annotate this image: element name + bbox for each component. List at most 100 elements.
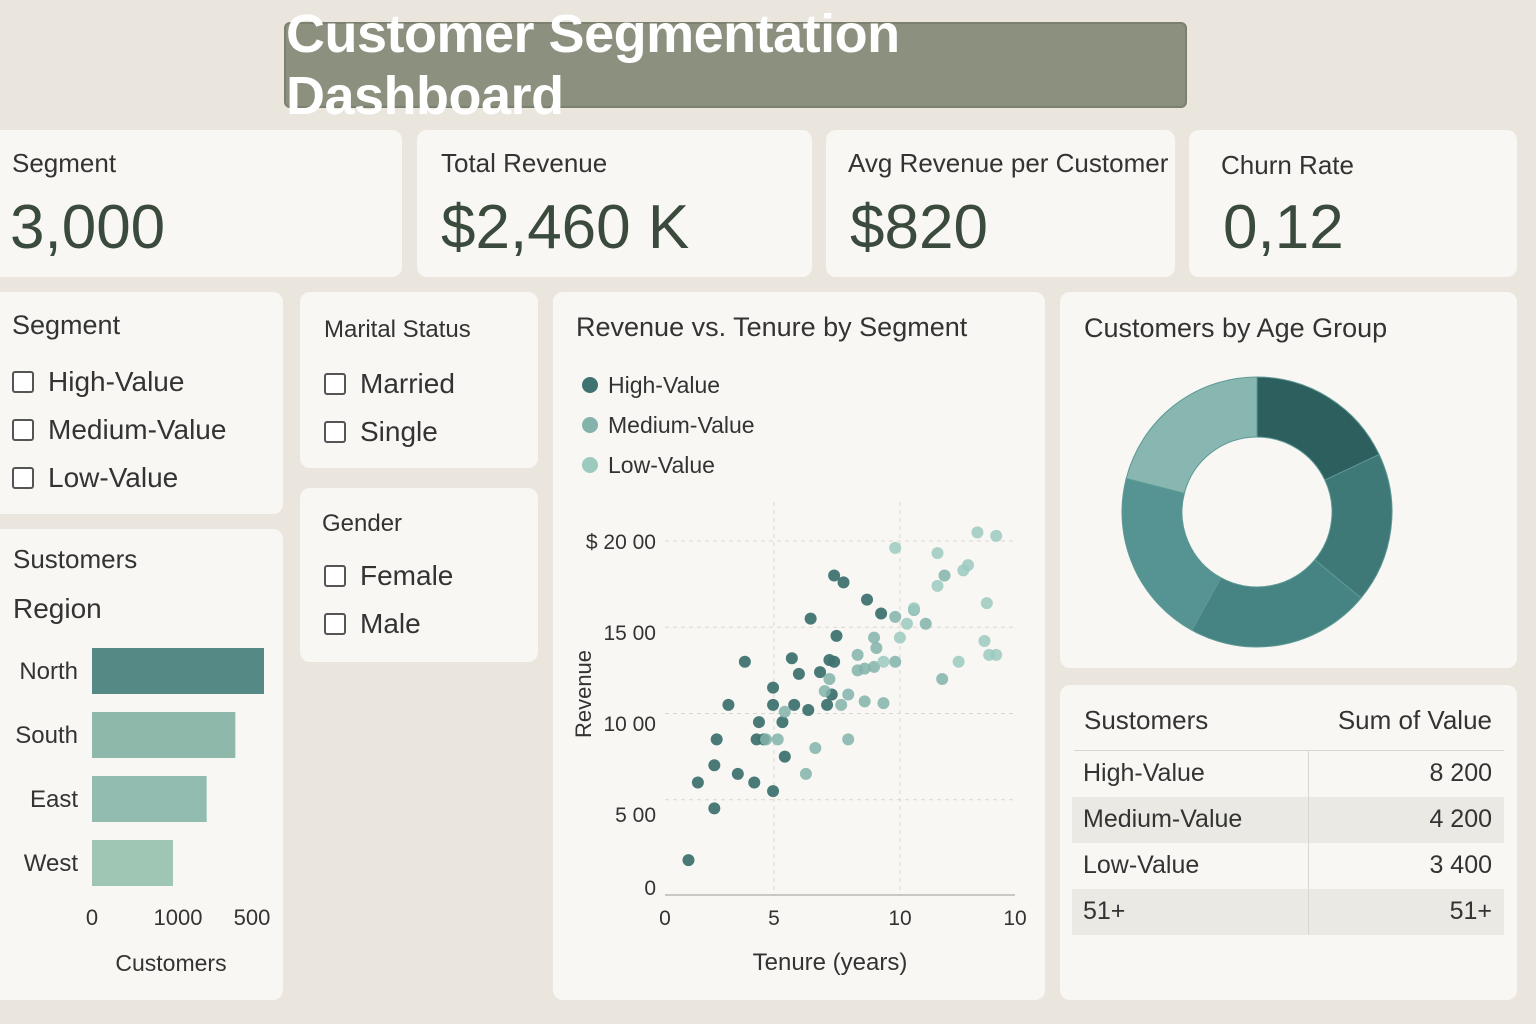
scatter-point-medium-value[interactable] xyxy=(809,742,822,754)
table-row[interactable]: 51+ 51+ xyxy=(1072,889,1504,935)
bar-east[interactable] xyxy=(92,776,207,822)
scatter-point-medium-value[interactable] xyxy=(877,697,890,710)
scatter-point-high-value[interactable] xyxy=(804,612,817,625)
scatter-point-medium-value[interactable] xyxy=(938,569,951,582)
scatter-point-low-value[interactable] xyxy=(962,559,975,572)
scatter-point-medium-value[interactable] xyxy=(851,648,864,661)
donut-slice[interactable] xyxy=(1125,376,1258,494)
scatter-point-high-value[interactable] xyxy=(748,776,761,789)
scatter-point-high-value[interactable] xyxy=(691,776,704,789)
scatter-point-low-value[interactable] xyxy=(978,635,991,648)
scatter-point-high-value[interactable] xyxy=(708,802,721,815)
scatter-point-low-value[interactable] xyxy=(907,602,920,615)
scatter-point-high-value[interactable] xyxy=(767,681,780,694)
scatter-point-high-value[interactable] xyxy=(828,655,841,668)
scatter-point-high-value[interactable] xyxy=(767,698,780,711)
filter-option-high-value[interactable]: High-Value xyxy=(12,358,226,406)
filter-option-married[interactable]: Married xyxy=(324,360,455,408)
scatter-point-low-value[interactable] xyxy=(931,579,944,592)
scatter-point-low-value[interactable] xyxy=(889,541,902,554)
scatter-point-medium-value[interactable] xyxy=(823,673,836,685)
scatter-point-medium-value[interactable] xyxy=(889,655,902,668)
scatter-point-medium-value[interactable] xyxy=(771,733,784,746)
scatter-point-low-value[interactable] xyxy=(971,526,984,539)
y-tick-label: $ 20 00 xyxy=(586,531,656,554)
scatter-point-high-value[interactable] xyxy=(828,569,841,582)
scatter-point-low-value[interactable] xyxy=(900,617,913,630)
scatter-point-low-value[interactable] xyxy=(931,547,944,560)
gender-filter-card: Gender Female Male xyxy=(300,488,538,662)
scatter-chart-title: Revenue vs. Tenure by Segment xyxy=(576,312,968,342)
scatter-point-medium-value[interactable] xyxy=(919,617,932,630)
summary-table-card: Sustomers Sum of Value High-Value 8 200 … xyxy=(1060,685,1517,1000)
scatter-point-medium-value[interactable] xyxy=(818,685,831,698)
scatter-point-high-value[interactable] xyxy=(731,767,744,780)
scatter-point-high-value[interactable] xyxy=(861,593,874,606)
legend-marker-medium-value xyxy=(582,417,598,433)
checkbox[interactable] xyxy=(324,421,346,443)
region-chart-title-line2: Region xyxy=(13,593,102,624)
scatter-point-high-value[interactable] xyxy=(792,667,805,680)
scatter-point-high-value[interactable] xyxy=(802,704,815,717)
scatter-point-low-value[interactable] xyxy=(893,631,906,644)
scatter-point-low-value[interactable] xyxy=(990,648,1003,661)
category-label: North xyxy=(19,658,78,685)
scatter-point-medium-value[interactable] xyxy=(858,695,871,708)
scatter-point-medium-value[interactable] xyxy=(870,641,883,654)
table-row[interactable]: Low-Value 3 400 xyxy=(1072,843,1504,889)
bar-south[interactable] xyxy=(92,712,236,758)
scatter-point-high-value[interactable] xyxy=(722,698,735,711)
table-row[interactable]: Medium-Value 4 200 xyxy=(1072,797,1504,843)
scatter-point-low-value[interactable] xyxy=(952,655,965,668)
scatter-point-low-value[interactable] xyxy=(877,655,890,668)
marital-filter-title: Marital Status xyxy=(324,316,471,343)
scatter-point-medium-value[interactable] xyxy=(799,767,812,780)
scatter-point-medium-value[interactable] xyxy=(889,610,902,623)
scatter-chart-card: Revenue vs. Tenure by Segment High-Value… xyxy=(553,292,1045,1000)
scatter-point-high-value[interactable] xyxy=(778,750,791,763)
scatter-point-high-value[interactable] xyxy=(738,655,751,668)
bar-west[interactable] xyxy=(92,840,173,886)
scatter-point-low-value[interactable] xyxy=(980,597,993,610)
checkbox[interactable] xyxy=(324,613,346,635)
scatter-point-high-value[interactable] xyxy=(875,607,888,620)
y-tick-label: 10 00 xyxy=(603,713,656,736)
dashboard-title-bar: Customer Segmentation Dashboard xyxy=(284,4,1187,126)
scatter-point-high-value[interactable] xyxy=(752,716,765,729)
scatter-point-medium-value[interactable] xyxy=(778,705,791,718)
scatter-point-medium-value[interactable] xyxy=(868,631,881,644)
scatter-point-medium-value[interactable] xyxy=(936,673,949,685)
legend-marker-low-value xyxy=(582,457,598,473)
legend-label: High-Value xyxy=(608,372,720,398)
kpi-card-total-revenue: Total Revenue $2,460 K xyxy=(417,130,812,277)
checkbox[interactable] xyxy=(12,371,34,393)
scatter-point-high-value[interactable] xyxy=(830,629,843,642)
scatter-point-high-value[interactable] xyxy=(708,759,721,772)
y-tick-label: 0 xyxy=(644,877,656,900)
scatter-point-medium-value[interactable] xyxy=(842,688,855,701)
checkbox[interactable] xyxy=(12,467,34,489)
scatter-point-high-value[interactable] xyxy=(710,733,723,746)
scatter-point-high-value[interactable] xyxy=(767,785,780,798)
bar-north[interactable] xyxy=(92,648,264,694)
checkbox[interactable] xyxy=(324,373,346,395)
scatter-point-high-value[interactable] xyxy=(785,652,798,665)
scatter-point-medium-value[interactable] xyxy=(842,733,855,746)
scatter-point-high-value[interactable] xyxy=(821,698,834,711)
filter-option-male[interactable]: Male xyxy=(324,600,453,648)
checkbox[interactable] xyxy=(12,419,34,441)
scatter-point-high-value[interactable] xyxy=(682,854,695,867)
category-label: South xyxy=(15,722,78,749)
legend-label: Low-Value xyxy=(608,452,715,478)
checkbox[interactable] xyxy=(324,565,346,587)
scatter-point-high-value[interactable] xyxy=(776,716,789,729)
filter-option-female[interactable]: Female xyxy=(324,552,453,600)
row-label: Low-Value xyxy=(1083,851,1200,879)
scatter-point-medium-value[interactable] xyxy=(760,733,773,746)
filter-option-single[interactable]: Single xyxy=(324,408,455,456)
table-row[interactable]: High-Value 8 200 xyxy=(1072,751,1504,797)
scatter-point-medium-value[interactable] xyxy=(835,698,848,711)
filter-option-low-value[interactable]: Low-Value xyxy=(12,454,226,502)
scatter-point-low-value[interactable] xyxy=(990,529,1003,542)
filter-option-medium-value[interactable]: Medium-Value xyxy=(12,406,226,454)
